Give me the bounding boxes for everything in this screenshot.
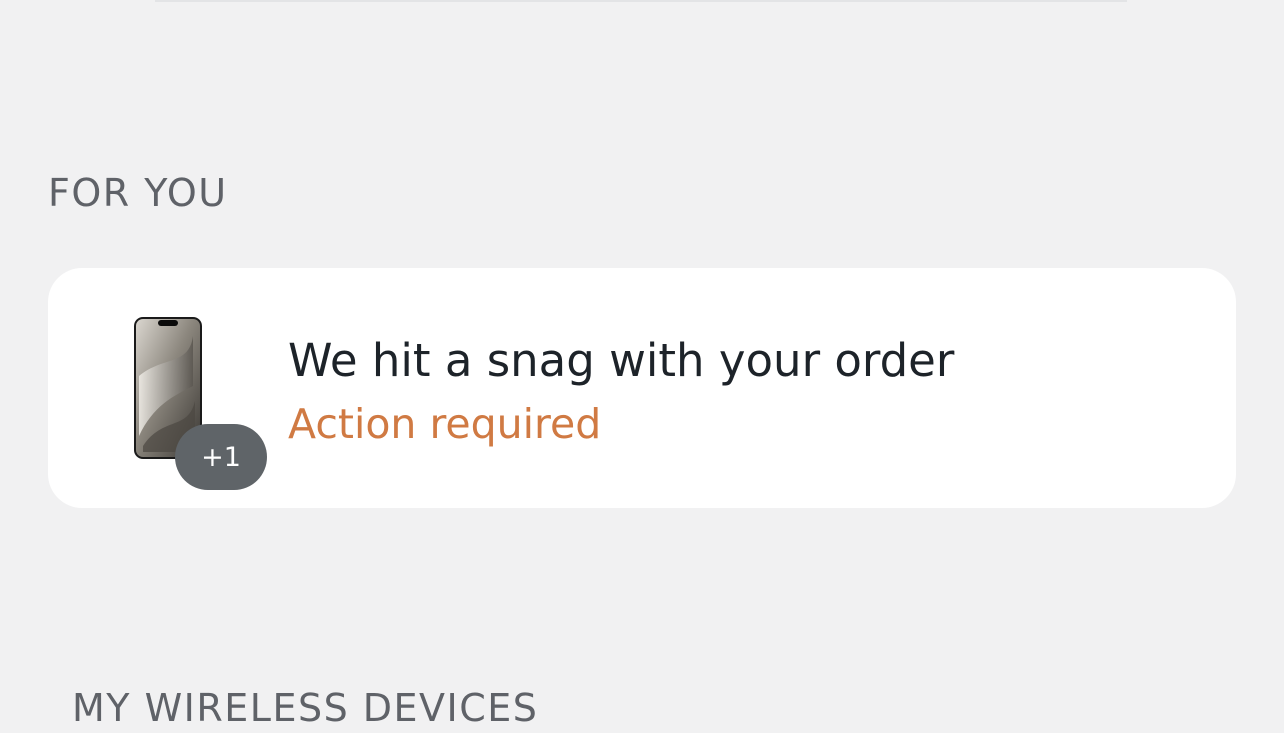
order-issue-card[interactable]: +1 We hit a snag with your order Action … bbox=[48, 268, 1236, 508]
device-thumbnail: +1 bbox=[133, 316, 273, 491]
section-title-my-wireless-devices: MY WIRELESS DEVICES bbox=[72, 686, 539, 730]
section-title-for-you: FOR YOU bbox=[48, 171, 228, 215]
action-required-status: Action required bbox=[288, 400, 602, 448]
top-divider bbox=[155, 0, 1127, 2]
additional-items-badge: +1 bbox=[175, 424, 267, 490]
card-title: We hit a snag with your order bbox=[288, 334, 955, 387]
